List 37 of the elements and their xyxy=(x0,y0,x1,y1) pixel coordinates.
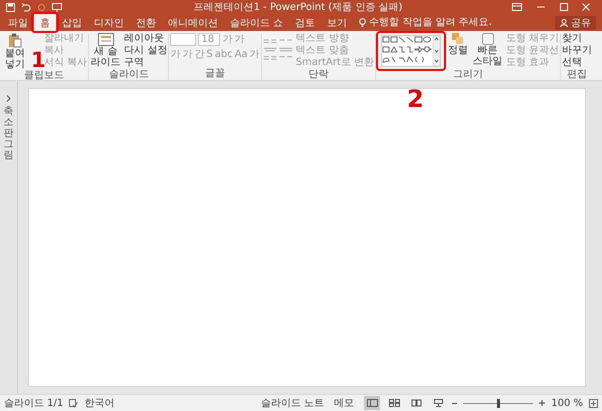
group-label: 클립보드 xyxy=(23,70,66,82)
quick-styles-button[interactable]: 빠른 스타일 xyxy=(472,33,503,67)
ribbon-tab[interactable]: 홈 xyxy=(34,14,56,31)
group-label: 슬라이드 xyxy=(108,69,150,81)
comments-button[interactable]: 메모 xyxy=(334,396,354,410)
font-size-field[interactable]: 18 xyxy=(198,33,220,46)
slide-option-button[interactable]: 구역 xyxy=(124,57,168,69)
editing-button[interactable]: 찾기 xyxy=(562,33,592,45)
arrange-button[interactable]: 정렬 xyxy=(447,33,469,56)
ribbon-tab[interactable]: 애니메이션 xyxy=(162,14,224,31)
editing-button[interactable]: 선택 xyxy=(562,57,592,69)
group-label: 단락 xyxy=(307,69,330,81)
editing-button[interactable]: 바꾸기 xyxy=(562,45,592,57)
slide-counter: 슬라이드 1/1 xyxy=(4,397,64,410)
group-label: 편집 xyxy=(566,69,588,81)
window-title: 프레젠테이션1 - PowerPoint (제품 인증 실패) xyxy=(192,1,404,14)
step-number: 2 xyxy=(407,87,424,111)
ribbon-tab[interactable]: 전환 xyxy=(130,14,162,31)
group-label: 글꼴 xyxy=(204,68,226,80)
ribbon-tab[interactable]: 보기 xyxy=(321,14,354,31)
slide-option-button[interactable]: 레이아웃 xyxy=(124,33,168,45)
group-label: 그리기 xyxy=(452,69,484,81)
zoom-level: 100 % xyxy=(551,398,583,408)
pane-label: 축소판 그림 xyxy=(4,106,14,161)
language-label[interactable]: 한국어 xyxy=(84,396,114,410)
step-number: 1 xyxy=(31,50,46,71)
ribbon-tab[interactable]: 파일 xyxy=(2,14,34,31)
tell-me-field[interactable]: 수행할 작업을 알려 주세요. xyxy=(359,14,510,31)
paste-button[interactable]: 붙여넣기 xyxy=(1,33,29,70)
ribbon-tab[interactable]: 디자인 xyxy=(88,14,130,31)
notes-button[interactable]: 슬라이드 노트 xyxy=(261,396,324,410)
ribbon-tab[interactable]: 슬라이드 쇼 xyxy=(224,14,290,31)
ribbon-tab[interactable]: 검토 xyxy=(289,14,322,31)
new-slide-button[interactable]: 새 슬라이드 xyxy=(90,33,122,68)
ribbon-tab[interactable]: 삽입 xyxy=(56,14,88,31)
share-button[interactable]: 공유 xyxy=(555,16,596,30)
slide-option-button[interactable]: 다시 설정 xyxy=(124,45,168,57)
